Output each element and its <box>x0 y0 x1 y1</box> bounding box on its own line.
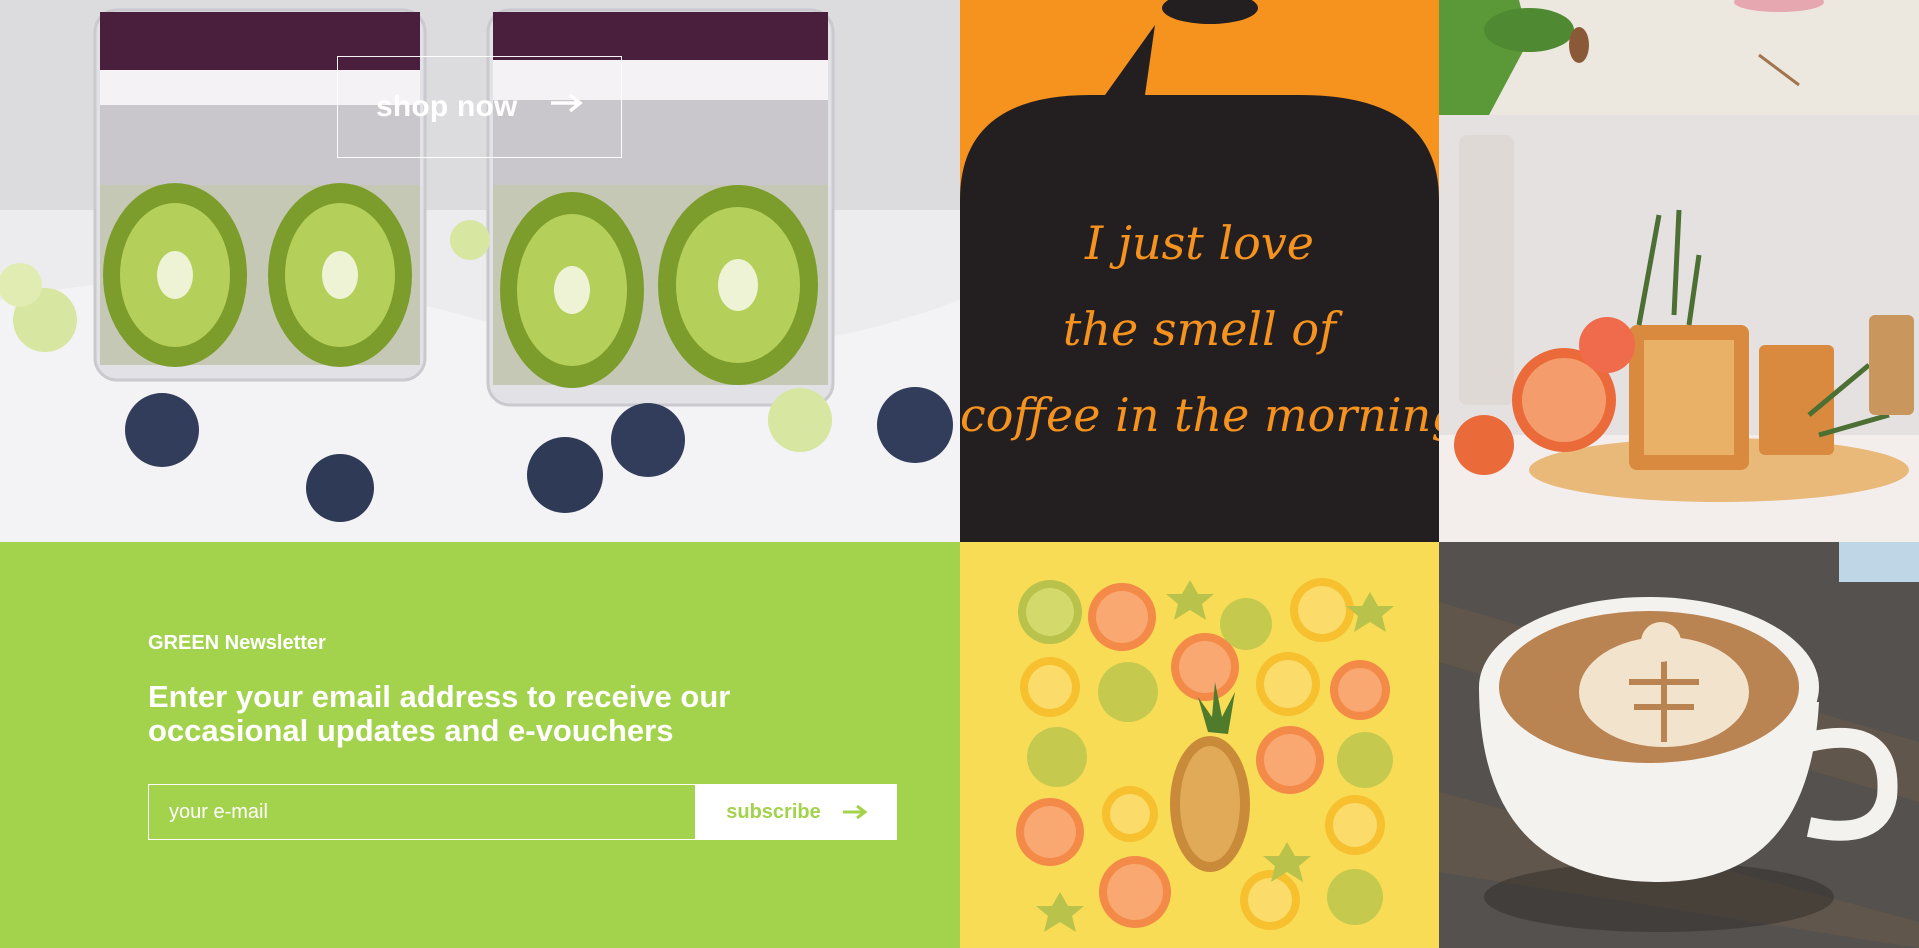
citrus-photo <box>960 542 1439 948</box>
citrus-image <box>960 542 1439 948</box>
quote-text: I just love the smell of coffee in the m… <box>960 200 1439 458</box>
cocktail-image <box>1439 115 1919 542</box>
newsletter-kicker: GREEN Newsletter <box>148 632 326 654</box>
cocktail-photo <box>1439 115 1919 542</box>
subscribe-button[interactable]: subscribe <box>696 784 897 840</box>
shop-now-button[interactable]: shop now <box>337 56 622 158</box>
quote-panel: I just love the smell of coffee in the m… <box>960 0 1439 542</box>
newsletter-heading: Enter your email address to receive our … <box>148 679 731 748</box>
quote-line: I just love <box>1084 216 1314 270</box>
hero-parfait-photo: shop now <box>0 0 960 542</box>
coffee-photo <box>1439 542 1919 948</box>
newsletter-form: subscribe <box>148 784 897 840</box>
arrow-right-icon <box>842 804 867 820</box>
quote-line: the smell of <box>1062 302 1337 356</box>
quote-line: coffee in the morning <box>960 388 1439 442</box>
subscribe-label: subscribe <box>726 800 821 823</box>
linen-image <box>1439 0 1919 115</box>
shop-now-label: shop now <box>376 90 518 123</box>
email-input[interactable] <box>148 784 696 840</box>
linen-photo <box>1439 0 1919 115</box>
arrow-right-icon <box>551 93 583 113</box>
newsletter-panel: GREEN Newsletter Enter your email addres… <box>0 542 960 948</box>
coffee-image <box>1439 542 1919 948</box>
